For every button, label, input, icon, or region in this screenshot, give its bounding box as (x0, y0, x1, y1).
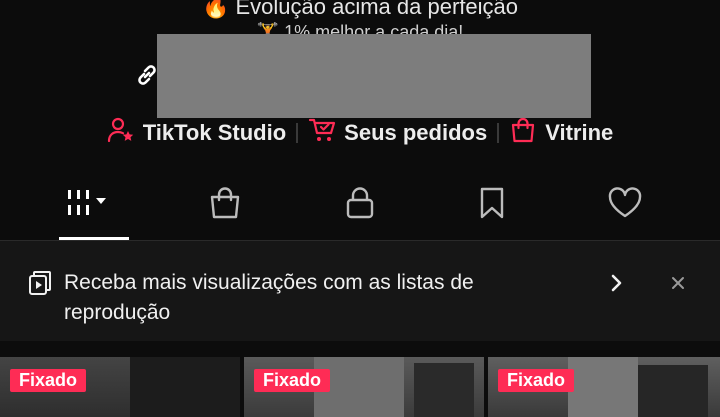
saved-tab[interactable] (426, 170, 558, 240)
video-thumbnail[interactable]: Fixado (0, 357, 240, 417)
tiktok-studio-label: TikTok Studio (142, 120, 287, 145)
seus-pedidos-link[interactable]: Seus pedidos (298, 116, 497, 150)
person-star-icon (107, 116, 135, 150)
playlist-icon (28, 270, 52, 296)
profile-tabs (0, 170, 720, 240)
grid-bars-dropdown-icon (64, 185, 124, 226)
bookmark-icon (474, 185, 510, 226)
pinned-badge: Fixado (254, 369, 331, 392)
quick-links: TikTok Studio Seus pedidos Vitrine (0, 115, 720, 151)
shop-tab[interactable] (159, 170, 291, 240)
tiktok-studio-link[interactable]: TikTok Studio (97, 116, 296, 150)
pinned-badge: Fixado (498, 369, 575, 392)
liked-tab[interactable] (559, 170, 691, 240)
bio-line-1: 🔥 Evolução acima da perfeição (201, 0, 518, 19)
heart-icon (607, 185, 643, 226)
chevron-right-icon[interactable] (606, 272, 626, 294)
close-icon[interactable] (668, 273, 688, 293)
redacted-link-block (157, 34, 591, 118)
shopping-bag-icon (207, 185, 243, 226)
seus-pedidos-label: Seus pedidos (344, 120, 488, 145)
pinned-badge: Fixado (10, 369, 87, 392)
videos-grid-tab[interactable] (28, 170, 160, 240)
shopping-bag-icon (509, 116, 537, 150)
vitrine-link[interactable]: Vitrine (499, 116, 623, 150)
video-thumbnail[interactable]: Fixado (244, 357, 484, 417)
banner-text: Receba mais visualizações com as listas … (64, 271, 474, 324)
lock-icon (342, 185, 378, 226)
video-grid: Fixado Fixado Fixado (0, 357, 720, 417)
private-tab[interactable] (294, 170, 426, 240)
cart-check-icon (308, 116, 336, 150)
video-thumbnail[interactable]: Fixado (488, 357, 720, 417)
vitrine-label: Vitrine (545, 120, 614, 145)
